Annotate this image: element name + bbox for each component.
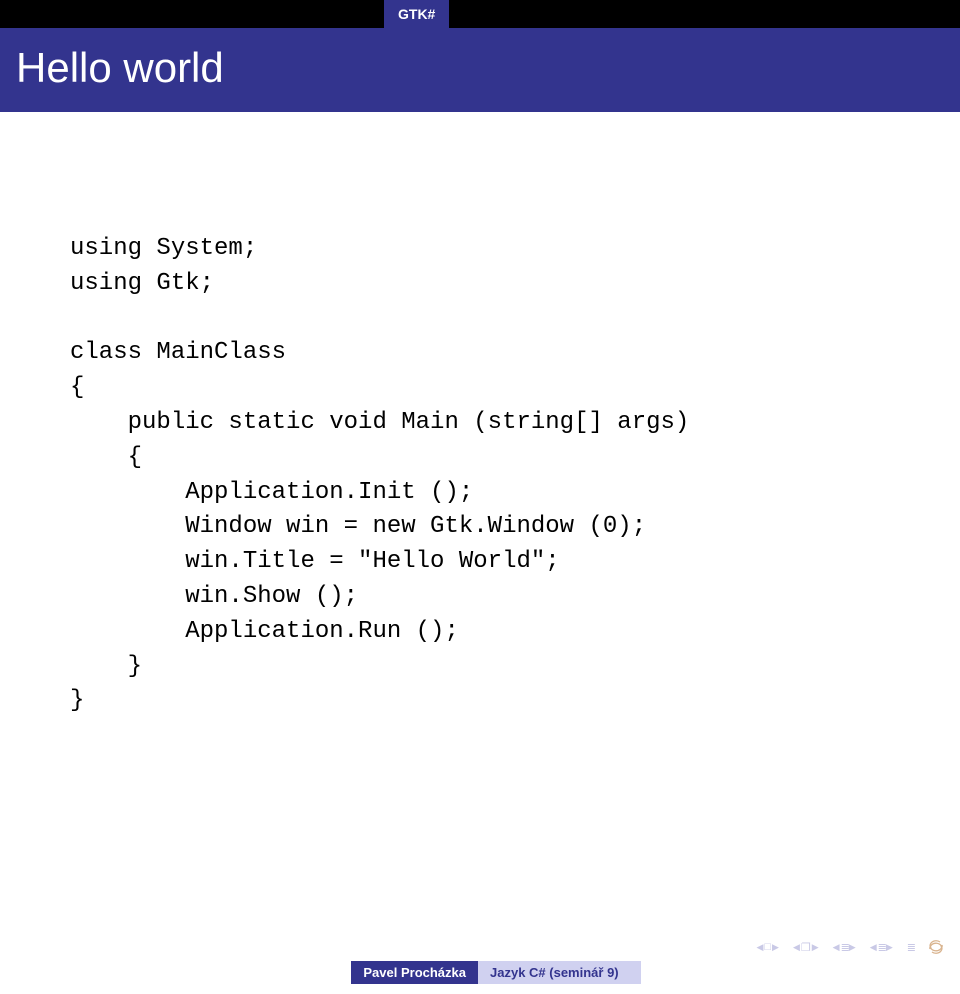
footer-author: Pavel Procházka [351,961,478,984]
slide: GTK# Hello world using System; using Gtk… [0,0,960,994]
nav-first-icon[interactable]: ◀□▶ [756,941,779,953]
section-tabstrip: GTK# [0,0,960,28]
footer-topic: Jazyk C# (seminář 9) [478,961,641,984]
code-block: using System; using Gtk; class MainClass… [70,232,890,719]
nav-prev-section-icon[interactable]: ◀❐▶ [793,941,819,954]
slide-title: Hello world [16,44,944,92]
slide-body: using System; using Gtk; class MainClass… [0,112,960,994]
nav-outline-icon[interactable]: ≣ [907,941,914,954]
nav-next-icon[interactable]: ◀≣▶ [870,941,893,954]
nav-prev-icon[interactable]: ◀≣▶ [833,941,856,954]
section-tab-active[interactable]: GTK# [384,0,449,28]
nav-icons: ◀□▶ ◀❐▶ ◀≣▶ ◀≣▶ ≣ [756,940,944,954]
slide-footer: Pavel Procházka Jazyk C# (seminář 9) ◀□▶… [0,946,960,994]
slide-title-bar: Hello world [0,28,960,112]
nav-loop-icon[interactable] [928,940,944,954]
